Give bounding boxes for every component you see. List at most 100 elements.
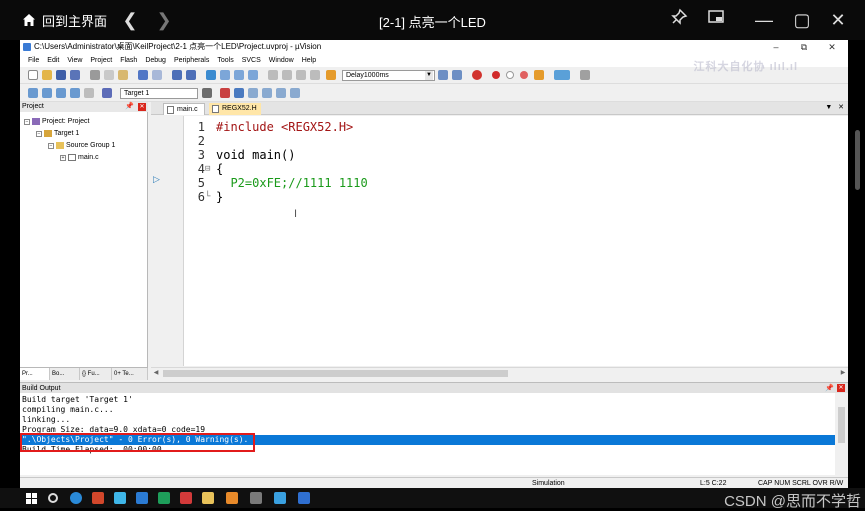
maximize-icon[interactable]: ▢: [790, 8, 814, 32]
uvision-taskbar-icon[interactable]: [298, 492, 310, 504]
menu-view[interactable]: View: [63, 54, 86, 67]
tab-functions[interactable]: {} Fu...: [80, 368, 112, 380]
cut-icon[interactable]: [90, 70, 100, 80]
build-output-line[interactable]: compiling main.c...: [22, 405, 835, 415]
translate-icon[interactable]: [28, 88, 38, 98]
function-combo[interactable]: Delay1000ms ▼: [342, 70, 435, 81]
tree-source-group[interactable]: − Source Group 1: [48, 142, 115, 149]
manage-project-icon[interactable]: [220, 88, 230, 98]
paste-icon[interactable]: [118, 70, 128, 80]
ide-close-icon[interactable]: ✕: [818, 40, 846, 54]
menu-file[interactable]: File: [24, 54, 43, 67]
build-icon[interactable]: [42, 88, 52, 98]
menu-window[interactable]: Window: [265, 54, 298, 67]
build-output-scrollbar[interactable]: [835, 393, 848, 475]
ide-minimize-icon[interactable]: –: [762, 40, 790, 54]
menu-peripherals[interactable]: Peripherals: [170, 54, 213, 67]
back-icon[interactable]: ❮: [118, 8, 142, 32]
clear-bookmarks-icon[interactable]: [248, 70, 258, 80]
uncomment-icon[interactable]: [310, 70, 320, 80]
tab-books[interactable]: Bo...: [50, 368, 80, 380]
collapse-icon[interactable]: −: [48, 142, 54, 149]
save-all-icon[interactable]: [70, 70, 80, 80]
nav-back-icon[interactable]: [172, 70, 182, 80]
nav-forward-icon[interactable]: [186, 70, 196, 80]
rebuild-icon[interactable]: [56, 88, 66, 98]
tree-project-root[interactable]: − Project: Project: [24, 118, 89, 125]
home-button[interactable]: 回到主界面: [22, 10, 107, 30]
menu-edit[interactable]: Edit: [43, 54, 63, 67]
page-scrollbar[interactable]: [853, 40, 865, 488]
scroll-thumb[interactable]: [163, 370, 508, 377]
collapse-icon[interactable]: −: [24, 118, 30, 125]
pin-panel-icon[interactable]: 📌: [125, 102, 134, 112]
search-icon[interactable]: [48, 493, 58, 503]
debug-start-icon[interactable]: [472, 70, 482, 80]
build-output-line[interactable]: linking...: [22, 415, 835, 425]
app-icon[interactable]: [226, 492, 238, 504]
tab-templates[interactable]: 0+ Te...: [112, 368, 148, 380]
target-options-icon[interactable]: [202, 88, 212, 98]
app-icon[interactable]: [274, 492, 286, 504]
code-editor[interactable]: ▷ 1 #include <REGX52.H> 2 3 void main() 4 ⊟{5 …: [151, 116, 848, 366]
multi-project-icon[interactable]: [290, 88, 300, 98]
configure-icon[interactable]: [580, 70, 590, 80]
redo-icon[interactable]: [152, 70, 162, 80]
close-panel-icon[interactable]: ✕: [837, 384, 845, 392]
prev-bookmark-icon[interactable]: [220, 70, 230, 80]
collapse-icon[interactable]: −: [36, 130, 42, 137]
close-icon[interactable]: ✕: [826, 8, 850, 32]
forward-icon[interactable]: ❯: [152, 8, 176, 32]
menu-help[interactable]: Help: [298, 54, 320, 67]
scroll-right-icon[interactable]: ▶: [838, 368, 848, 379]
file-explorer-icon[interactable]: [202, 492, 214, 504]
select-packs-icon[interactable]: [248, 88, 258, 98]
windows-start-icon[interactable]: [26, 492, 38, 504]
build-output-line[interactable]: Build target 'Target 1': [22, 395, 835, 405]
find-in-files-icon[interactable]: [326, 70, 336, 80]
new-file-icon[interactable]: [28, 70, 38, 80]
save-icon[interactable]: [56, 70, 66, 80]
disable-breakpoint-icon[interactable]: [506, 71, 514, 79]
editor-horizontal-scrollbar[interactable]: ◀ ▶: [151, 367, 848, 379]
manage-rte-icon[interactable]: [262, 88, 272, 98]
app-icon[interactable]: [180, 492, 192, 504]
app-icon[interactable]: [250, 492, 262, 504]
download-icon[interactable]: [102, 88, 112, 98]
open-folder-icon[interactable]: [42, 70, 52, 80]
ide-restore-icon[interactable]: ⧉: [790, 40, 818, 54]
next-bookmark-icon[interactable]: [234, 70, 244, 80]
pin-icon[interactable]: [667, 8, 691, 32]
close-panel-icon[interactable]: ✕: [138, 103, 146, 111]
stop-build-icon[interactable]: [84, 88, 94, 98]
file-extensions-icon[interactable]: [234, 88, 244, 98]
incremental-find-icon[interactable]: [452, 70, 462, 80]
copy-icon[interactable]: [104, 70, 114, 80]
bookmark-icon[interactable]: [206, 70, 216, 80]
menu-svcs[interactable]: SVCS: [238, 54, 265, 67]
menu-project[interactable]: Project: [86, 54, 116, 67]
breakpoint-list-icon[interactable]: [534, 70, 544, 80]
scroll-left-icon[interactable]: ◀: [151, 368, 161, 379]
tree-file-main[interactable]: + main.c: [60, 154, 99, 161]
indent-icon[interactable]: [268, 70, 278, 80]
app-icon[interactable]: [114, 492, 126, 504]
picture-in-picture-icon[interactable]: [704, 8, 728, 32]
target-combo[interactable]: Target 1: [120, 88, 198, 99]
word-icon[interactable]: [136, 492, 148, 504]
menu-tools[interactable]: Tools: [213, 54, 237, 67]
fold-marker-icon[interactable]: └: [205, 190, 213, 204]
editor-tab-controls[interactable]: ▼ ✕: [825, 102, 844, 114]
copy-options-icon[interactable]: [276, 88, 286, 98]
powerpoint-icon[interactable]: [92, 492, 104, 504]
tree-target[interactable]: − Target 1: [36, 130, 79, 137]
tab-regx52-h[interactable]: REGX52.H: [209, 103, 261, 115]
find-icon[interactable]: [438, 70, 448, 80]
tab-main-c[interactable]: main.c: [163, 103, 205, 115]
comment-icon[interactable]: [296, 70, 306, 80]
app-icon[interactable]: [158, 492, 170, 504]
fold-marker-icon[interactable]: ⊟: [205, 162, 213, 176]
kill-breakpoints-icon[interactable]: [520, 71, 528, 79]
batch-build-icon[interactable]: [70, 88, 80, 98]
unindent-icon[interactable]: [282, 70, 292, 80]
